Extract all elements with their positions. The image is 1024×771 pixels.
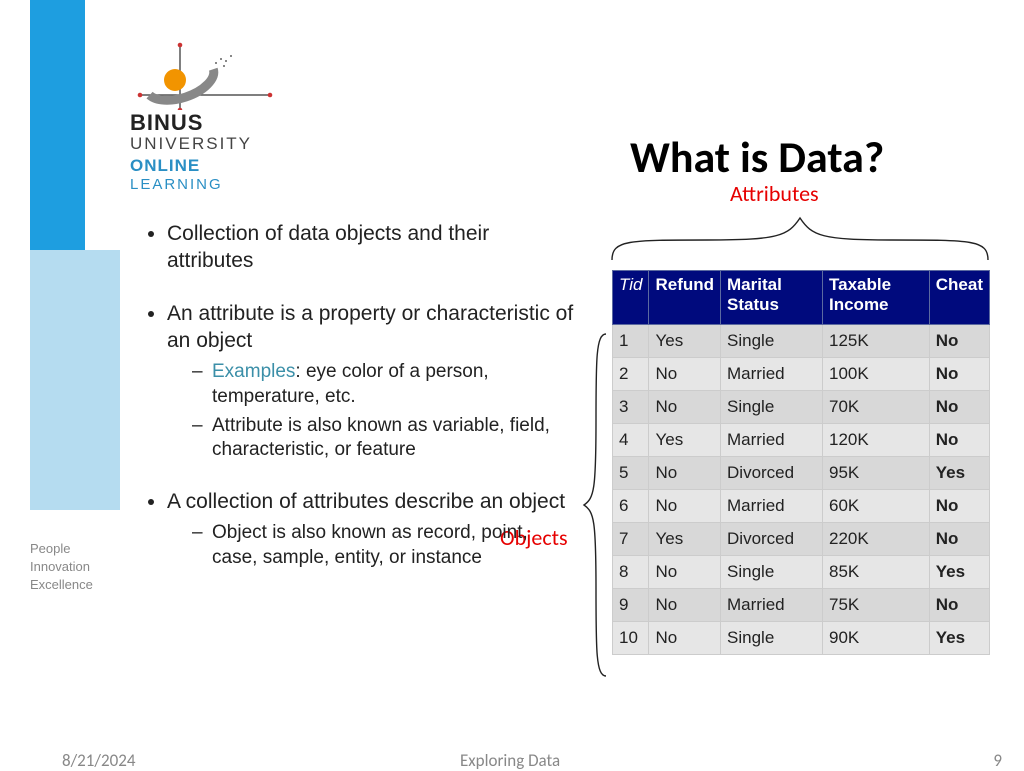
sub-bullet-item: Examples: eye color of a person, tempera… xyxy=(192,360,575,409)
table-row: 8NoSingle85KYes xyxy=(613,556,990,589)
cell-tid: 2 xyxy=(613,358,649,391)
cell-cheat: Yes xyxy=(929,457,989,490)
cell-cheat: No xyxy=(929,424,989,457)
cell-cheat: No xyxy=(929,325,989,358)
table-row: 9NoMarried75KNo xyxy=(613,589,990,622)
logo-area: BINUS UNIVERSITY ONLINE LEARNING xyxy=(130,40,330,200)
cell-cheat: No xyxy=(929,523,989,556)
cell-cheat: No xyxy=(929,358,989,391)
cell-cheat: No xyxy=(929,589,989,622)
table-row: 5NoDivorced95KYes xyxy=(613,457,990,490)
cell-refund: No xyxy=(649,556,721,589)
cell-marital: Single xyxy=(721,556,823,589)
bullet-item: Collection of data objects and their att… xyxy=(167,220,575,275)
sub-bullet-text: Attribute is also known as variable, fie… xyxy=(212,415,550,461)
table-row: 10NoSingle90KYes xyxy=(613,622,990,655)
bullet-text: Collection of data objects and their att… xyxy=(167,222,489,272)
cell-marital: Divorced xyxy=(721,457,823,490)
logo-icon xyxy=(130,40,290,110)
cell-refund: No xyxy=(649,391,721,424)
cell-refund: No xyxy=(649,490,721,523)
tagline-line: People xyxy=(30,540,93,558)
col-income: Taxable Income xyxy=(823,271,930,325)
tagline-text: People Innovation Excellence xyxy=(30,540,93,595)
logo-line3: ONLINE xyxy=(130,156,330,176)
content-list: Collection of data objects and their att… xyxy=(155,220,575,596)
tagline-line: Excellence xyxy=(30,576,93,594)
tagline-line: Innovation xyxy=(30,558,93,576)
cell-income: 100K xyxy=(823,358,930,391)
bullet-text: An attribute is a property or characteri… xyxy=(167,302,573,352)
logo-line4: LEARNING xyxy=(130,176,330,193)
examples-word: Examples xyxy=(212,361,295,382)
cell-tid: 3 xyxy=(613,391,649,424)
data-table: Tid Refund Marital Status Taxable Income… xyxy=(612,270,990,655)
cell-income: 85K xyxy=(823,556,930,589)
cell-marital: Married xyxy=(721,490,823,523)
cell-marital: Divorced xyxy=(721,523,823,556)
cell-income: 70K xyxy=(823,391,930,424)
cell-marital: Single xyxy=(721,325,823,358)
table-row: 3NoSingle70KNo xyxy=(613,391,990,424)
sidebar-decor: People Innovation Excellence xyxy=(0,0,105,768)
cell-marital: Single xyxy=(721,622,823,655)
cell-tid: 1 xyxy=(613,325,649,358)
col-marital: Marital Status xyxy=(721,271,823,325)
cell-tid: 6 xyxy=(613,490,649,523)
cell-income: 75K xyxy=(823,589,930,622)
cell-marital: Single xyxy=(721,391,823,424)
bullet-text: A collection of attributes describe an o… xyxy=(167,490,565,513)
attributes-label: Attributes xyxy=(730,180,819,207)
cell-marital: Married xyxy=(721,358,823,391)
cell-cheat: No xyxy=(929,391,989,424)
cell-income: 60K xyxy=(823,490,930,523)
cell-refund: Yes xyxy=(649,424,721,457)
sub-bullet-item: Attribute is also known as variable, fie… xyxy=(192,414,575,463)
bullet-item: An attribute is a property or characteri… xyxy=(167,300,575,463)
cell-cheat: Yes xyxy=(929,622,989,655)
cell-tid: 9 xyxy=(613,589,649,622)
cell-tid: 8 xyxy=(613,556,649,589)
cell-income: 125K xyxy=(823,325,930,358)
cell-cheat: No xyxy=(929,490,989,523)
sub-bullet-item: Object is also known as record, point, c… xyxy=(192,521,575,570)
table-row: 6NoMarried60KNo xyxy=(613,490,990,523)
cell-refund: No xyxy=(649,457,721,490)
cell-marital: Married xyxy=(721,424,823,457)
cell-income: 220K xyxy=(823,523,930,556)
cell-tid: 10 xyxy=(613,622,649,655)
cell-tid: 7 xyxy=(613,523,649,556)
col-tid: Tid xyxy=(613,271,649,325)
blue-pattern-decor xyxy=(30,250,120,510)
table-row: 2NoMarried100KNo xyxy=(613,358,990,391)
curly-brace-top-icon xyxy=(608,210,992,264)
cell-cheat: Yes xyxy=(929,556,989,589)
cell-refund: No xyxy=(649,358,721,391)
cell-refund: No xyxy=(649,622,721,655)
cell-refund: Yes xyxy=(649,523,721,556)
table-row: 7YesDivorced220KNo xyxy=(613,523,990,556)
table-row: 1YesSingle125KNo xyxy=(613,325,990,358)
cell-tid: 4 xyxy=(613,424,649,457)
table-row: 4YesMarried120KNo xyxy=(613,424,990,457)
logo-line1: BINUS xyxy=(130,110,330,136)
slide-title: What is Data? xyxy=(630,130,884,184)
cell-marital: Married xyxy=(721,589,823,622)
cell-income: 120K xyxy=(823,424,930,457)
bullet-item: A collection of attributes describe an o… xyxy=(167,488,575,571)
blue-strip-decor xyxy=(30,0,85,250)
curly-brace-left-icon xyxy=(580,330,610,680)
logo-line2: UNIVERSITY xyxy=(130,134,330,154)
col-refund: Refund xyxy=(649,271,721,325)
cell-refund: Yes xyxy=(649,325,721,358)
cell-income: 95K xyxy=(823,457,930,490)
cell-refund: No xyxy=(649,589,721,622)
sub-bullet-text: Object is also known as record, point, c… xyxy=(212,522,528,568)
table-header-row: Tid Refund Marital Status Taxable Income… xyxy=(613,271,990,325)
cell-income: 90K xyxy=(823,622,930,655)
cell-tid: 5 xyxy=(613,457,649,490)
col-cheat: Cheat xyxy=(929,271,989,325)
